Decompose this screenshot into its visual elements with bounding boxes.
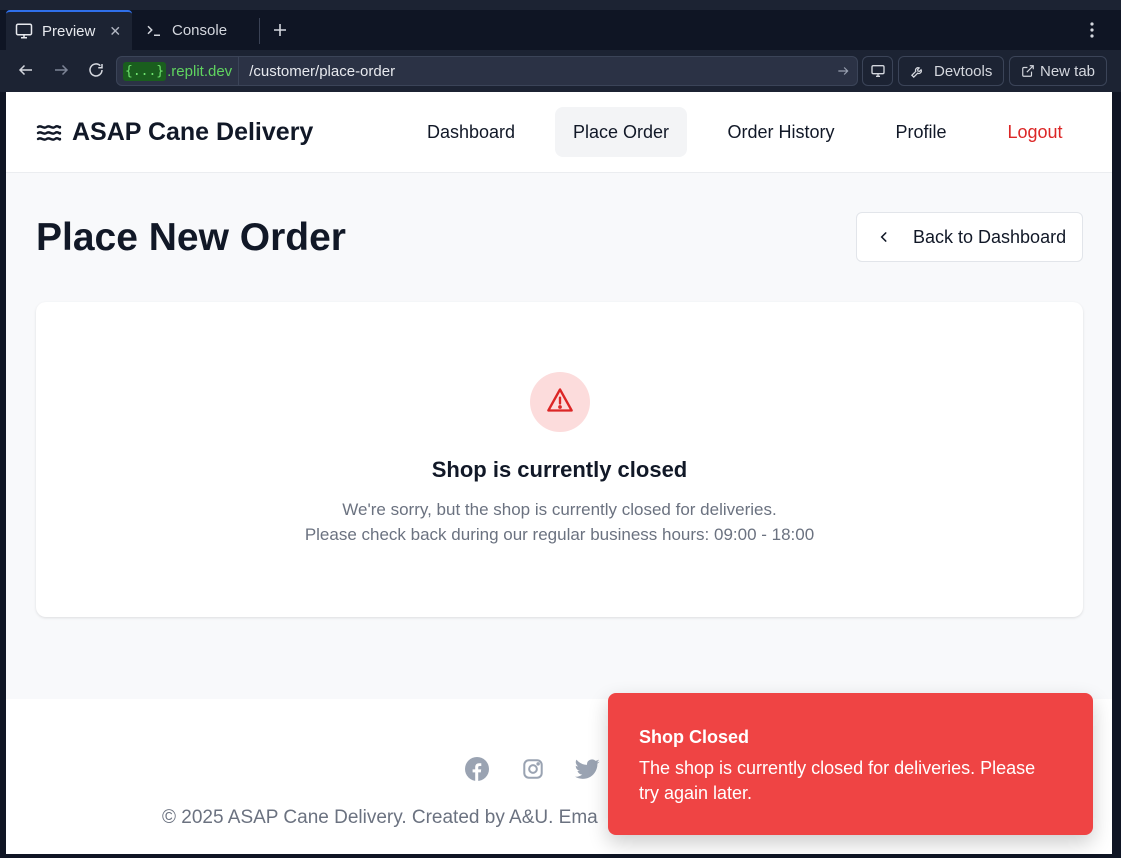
nav-profile[interactable]: Profile [876,107,966,157]
tab-preview-label: Preview [42,22,96,40]
nav-place-order[interactable]: Place Order [555,107,687,157]
nav-order-history[interactable]: Order History [708,107,854,157]
more-options-icon[interactable] [1082,18,1102,42]
monitor-icon [869,62,887,80]
url-domain: .replit.dev [167,62,233,80]
shop-closed-card: Shop is currently closed We're sorry, bu… [36,302,1083,617]
tab-bar: Preview ✕ Console [0,10,1121,50]
url-host: {...} .replit.dev [117,57,240,85]
warning-badge [530,372,590,432]
twitter-icon[interactable] [574,756,600,782]
brand[interactable]: ASAP Cane Delivery [36,118,313,147]
toast-body: The shop is currently closed for deliver… [639,758,1036,803]
chevron-left-icon [875,228,893,246]
back-to-dashboard-button[interactable]: Back to Dashboard [856,212,1083,262]
copyright-text: © 2025 ASAP Cane Delivery. Created by A&… [162,807,598,828]
notice-title: Shop is currently closed [431,457,688,482]
browser-chrome: Preview ✕ Console {...} .replit.dev /cus… [0,0,1121,92]
url-path: /customer/place-order [249,62,396,80]
page-title: Place New Order [36,216,346,259]
new-tab-button[interactable]: New tab [1009,56,1107,86]
terminal-icon [144,20,164,40]
toast-title: Shop Closed [639,727,750,747]
site-header: ASAP Cane Delivery Dashboard Place Order… [6,92,1112,173]
wrench-icon [908,62,926,80]
url-badge: {...} [123,61,167,81]
warning-triangle-icon [546,387,574,418]
nav-dashboard[interactable]: Dashboard [408,107,534,157]
brand-name: ASAP Cane Delivery [72,118,314,146]
forward-arrow-icon[interactable] [49,58,73,82]
notice-line-2: Please check back during our regular bus… [304,525,815,544]
monitor-icon [14,21,34,41]
devtools-button[interactable]: Devtools [898,56,1004,86]
devtools-label: Devtools [934,62,993,80]
reload-icon[interactable] [84,58,108,82]
address-bar: {...} .replit.dev /customer/place-order … [0,50,1121,92]
tab-console[interactable]: Console [136,10,258,50]
instagram-icon[interactable] [520,756,546,782]
tab-divider [259,18,260,44]
go-arrow-icon[interactable] [829,57,857,85]
external-link-icon [1019,62,1037,80]
notice-line-1: We're sorry, but the shop is currently c… [342,500,777,519]
tab-preview[interactable]: Preview ✕ [6,10,132,50]
toast-notification[interactable]: Shop Closed The shop is currently closed… [608,693,1093,835]
tab-console-label: Console [172,21,228,39]
new-tab-label: New tab [1040,62,1096,80]
facebook-icon[interactable] [464,756,490,782]
close-icon[interactable]: ✕ [109,23,121,40]
back-to-dashboard-label: Back to Dashboard [913,226,1067,247]
add-tab-icon[interactable] [268,18,292,42]
nav-logout[interactable]: Logout [988,107,1082,157]
back-arrow-icon[interactable] [14,58,38,82]
waves-icon [36,122,62,144]
url-field[interactable]: {...} .replit.dev /customer/place-order [116,56,858,86]
device-preview-button[interactable] [862,56,893,86]
